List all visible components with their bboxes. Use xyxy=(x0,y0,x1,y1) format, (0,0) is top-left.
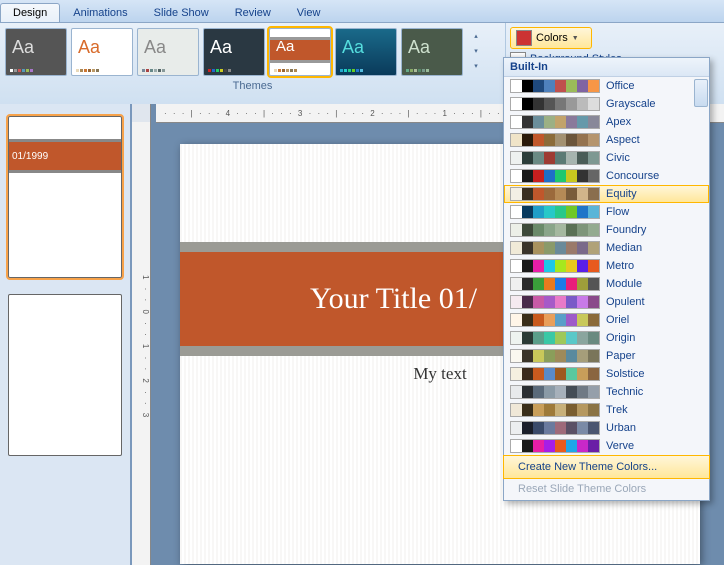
scheme-swatches xyxy=(510,439,600,453)
colors-button[interactable]: Colors ▼ xyxy=(510,27,592,49)
scheme-name: Oriel xyxy=(606,314,629,326)
tab-slideshow[interactable]: Slide Show xyxy=(141,3,222,22)
theme-thumb[interactable]: Aa xyxy=(335,28,397,76)
scrollbar-thumb[interactable] xyxy=(694,79,708,107)
slide-thumbnail-1[interactable]: 01/1999 xyxy=(8,116,122,278)
color-scheme-equity[interactable]: Equity xyxy=(504,185,709,203)
scheme-name: Origin xyxy=(606,332,635,344)
colors-label: Colors xyxy=(536,32,568,44)
themes-group: Aa Aa Aa Aa Aa Aa Aa ▴▾▾ Themes xyxy=(0,23,506,105)
color-scheme-metro[interactable]: Metro xyxy=(504,257,709,275)
scheme-swatches xyxy=(510,79,600,93)
scheme-name: Trek xyxy=(606,404,628,416)
color-scheme-module[interactable]: Module xyxy=(504,275,709,293)
reset-slide-theme-colors: Reset Slide Theme Colors xyxy=(504,478,709,500)
scheme-swatches xyxy=(510,367,600,381)
scheme-swatches xyxy=(510,385,600,399)
color-scheme-urban[interactable]: Urban xyxy=(504,419,709,437)
scheme-swatches xyxy=(510,349,600,363)
colors-dropdown-panel: Built-In Office Grayscale Apex Aspect Civic C… xyxy=(503,57,710,501)
tab-animations[interactable]: Animations xyxy=(60,3,140,22)
scheme-name: Verve xyxy=(606,440,634,452)
scheme-name: Apex xyxy=(606,116,631,128)
group-label-themes: Themes xyxy=(0,78,505,94)
scheme-name: Foundry xyxy=(606,224,646,236)
tab-view[interactable]: View xyxy=(284,3,334,22)
slide-thumbnail-2[interactable] xyxy=(8,294,122,456)
color-scheme-civic[interactable]: Civic xyxy=(504,149,709,167)
color-scheme-aspect[interactable]: Aspect xyxy=(504,131,709,149)
color-scheme-origin[interactable]: Origin xyxy=(504,329,709,347)
color-scheme-foundry[interactable]: Foundry xyxy=(504,221,709,239)
color-scheme-flow[interactable]: Flow xyxy=(504,203,709,221)
tab-review[interactable]: Review xyxy=(222,3,284,22)
color-scheme-grayscale[interactable]: Grayscale xyxy=(504,95,709,113)
theme-thumb[interactable]: Aa xyxy=(5,28,67,76)
theme-thumb[interactable]: Aa xyxy=(137,28,199,76)
color-scheme-technic[interactable]: Technic xyxy=(504,383,709,401)
scheme-swatches xyxy=(510,259,600,273)
theme-thumb-selected[interactable]: Aa xyxy=(269,28,331,76)
scheme-name: Technic xyxy=(606,386,643,398)
scheme-swatches xyxy=(510,169,600,183)
ruler-corner xyxy=(132,104,151,123)
scheme-name: Urban xyxy=(606,422,636,434)
tab-design[interactable]: Design xyxy=(0,3,60,22)
theme-thumb[interactable]: Aa xyxy=(203,28,265,76)
scheme-swatches xyxy=(510,295,600,309)
panel-header: Built-In xyxy=(504,58,709,77)
color-scheme-opulent[interactable]: Opulent xyxy=(504,293,709,311)
scheme-swatches xyxy=(510,313,600,327)
scheme-swatches xyxy=(510,133,600,147)
title-text: Your Title 01/ xyxy=(310,282,477,316)
scheme-swatches xyxy=(510,241,600,255)
scheme-name: Flow xyxy=(606,206,629,218)
scheme-swatches xyxy=(510,205,600,219)
slide-thumbnails-pane: 01/1999 xyxy=(0,104,132,565)
scheme-name: Module xyxy=(606,278,642,290)
color-scheme-office[interactable]: Office xyxy=(504,77,709,95)
thumb-title: 01/1999 xyxy=(9,139,121,173)
color-scheme-trek[interactable]: Trek xyxy=(504,401,709,419)
theme-gallery-more[interactable]: ▴▾▾ xyxy=(469,29,483,75)
scheme-name: Paper xyxy=(606,350,635,362)
scheme-swatches xyxy=(510,277,600,291)
theme-thumb[interactable]: Aa xyxy=(71,28,133,76)
scheme-swatches xyxy=(510,115,600,129)
scheme-name: Opulent xyxy=(606,296,645,308)
color-scheme-list: Office Grayscale Apex Aspect Civic Concourse E… xyxy=(504,77,709,455)
color-scheme-verve[interactable]: Verve xyxy=(504,437,709,455)
scheme-name: Concourse xyxy=(606,170,659,182)
theme-gallery: Aa Aa Aa Aa Aa Aa Aa ▴▾▾ xyxy=(0,23,505,78)
scheme-swatches xyxy=(510,403,600,417)
scheme-name: Metro xyxy=(606,260,634,272)
create-new-theme-colors[interactable]: Create New Theme Colors... xyxy=(503,455,710,479)
color-scheme-concourse[interactable]: Concourse xyxy=(504,167,709,185)
scheme-name: Civic xyxy=(606,152,630,164)
scheme-name: Aspect xyxy=(606,134,640,146)
scheme-swatches xyxy=(510,97,600,111)
color-scheme-median[interactable]: Median xyxy=(504,239,709,257)
scheme-swatches xyxy=(510,223,600,237)
color-scheme-solstice[interactable]: Solstice xyxy=(504,365,709,383)
theme-thumb[interactable]: Aa xyxy=(401,28,463,76)
color-scheme-oriel[interactable]: Oriel xyxy=(504,311,709,329)
scheme-swatches xyxy=(510,421,600,435)
panel-footer: Create New Theme Colors... Reset Slide T… xyxy=(504,455,709,500)
scheme-name: Median xyxy=(606,242,642,254)
ribbon-tabs: Design Animations Slide Show Review View xyxy=(0,0,724,23)
scheme-swatches xyxy=(510,187,600,201)
color-scheme-apex[interactable]: Apex xyxy=(504,113,709,131)
vertical-ruler: 1 · · 0 · · 1 · · 2 · · 3 xyxy=(132,122,151,565)
chevron-down-icon: ▼ xyxy=(572,35,579,42)
scheme-name: Solstice xyxy=(606,368,645,380)
scheme-name: Grayscale xyxy=(606,98,656,110)
colors-icon xyxy=(516,30,532,46)
scheme-name: Equity xyxy=(606,188,637,200)
scheme-swatches xyxy=(510,151,600,165)
color-scheme-paper[interactable]: Paper xyxy=(504,347,709,365)
scheme-name: Office xyxy=(606,80,635,92)
scheme-swatches xyxy=(510,331,600,345)
